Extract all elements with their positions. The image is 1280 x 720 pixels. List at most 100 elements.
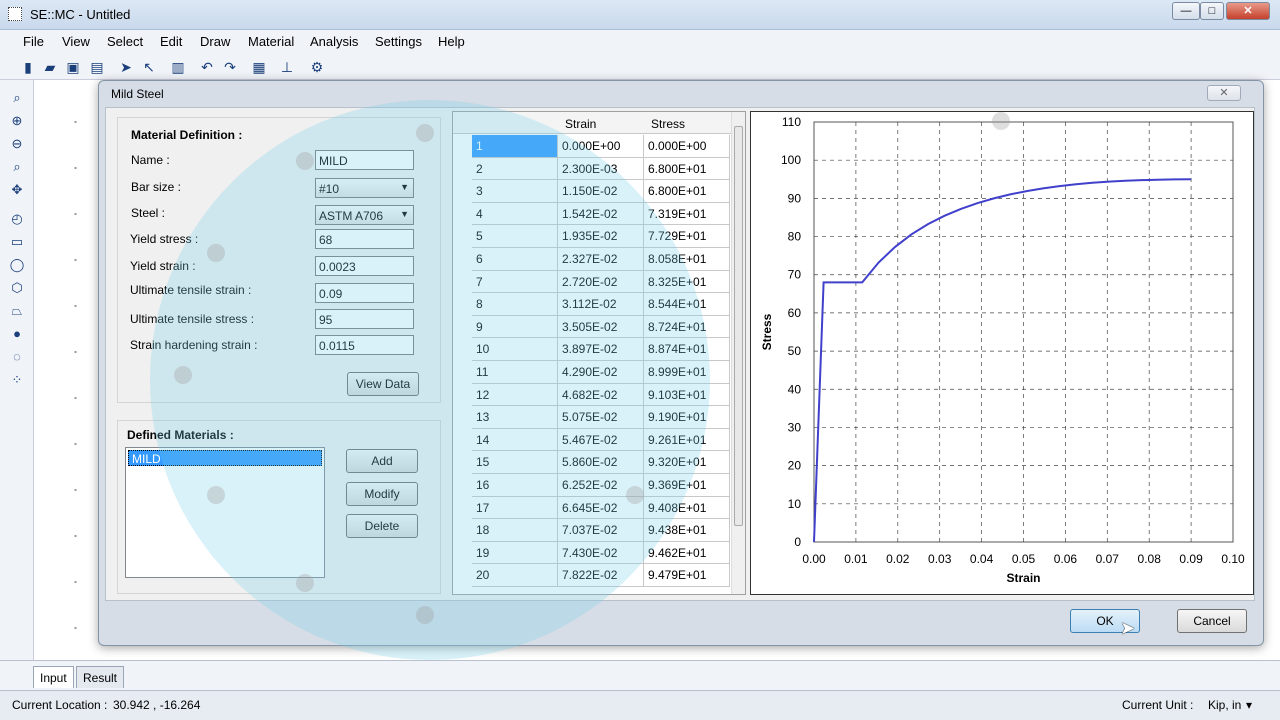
table-row[interactable]: 6 2.327E-02 8.058E+01 [453,248,733,271]
menu-file[interactable]: File [23,34,44,49]
circle-icon[interactable]: ◯ [7,255,27,275]
stress-cell[interactable]: 9.438E+01 [644,519,730,542]
table-row[interactable]: 4 1.542E-02 7.319E+01 [453,202,733,226]
list-item[interactable]: MILD [128,450,322,466]
stress-cell[interactable]: 9.462E+01 [644,541,730,565]
table-row[interactable]: 3 1.150E-02 6.800E+01 [453,180,733,203]
row-index-cell[interactable]: 6 [472,248,558,271]
column-header-stress[interactable]: Stress [651,117,685,131]
stress-cell[interactable]: 9.261E+01 [644,428,730,452]
yield-stress-field[interactable]: 68 [315,229,414,249]
hardening-strain-field[interactable]: 0.0115 [315,335,414,355]
strain-cell[interactable]: 4.682E-02 [558,383,644,407]
stress-cell[interactable]: 7.319E+01 [644,202,730,226]
table-row[interactable]: 16 6.252E-02 9.369E+01 [453,474,733,497]
close-window-button[interactable]: ✕ [1226,2,1270,20]
select-arrow-icon[interactable]: ➤ [116,57,136,77]
menu-view[interactable]: View [62,34,90,49]
menu-settings[interactable]: Settings [375,34,422,49]
stress-cell[interactable]: 6.800E+01 [644,157,730,181]
menu-material[interactable]: Material [248,34,294,49]
maximize-button[interactable]: □ [1200,2,1224,20]
table-row[interactable]: 18 7.037E-02 9.438E+01 [453,519,733,542]
steel-select[interactable]: ASTM A706 ▼ [315,205,414,225]
rectangle-icon[interactable]: ▭ [7,232,27,252]
materials-list[interactable]: MILD [125,447,325,578]
menu-edit[interactable]: Edit [160,34,182,49]
bar-size-select[interactable]: #10 ▼ [315,178,414,198]
open-folder-icon[interactable]: ▰ [40,57,60,77]
row-index-cell[interactable]: 5 [472,225,558,248]
stress-cell[interactable]: 8.058E+01 [644,248,730,271]
row-index-cell[interactable]: 15 [472,451,558,474]
minimize-button[interactable]: — [1172,2,1200,20]
ultimate-strain-field[interactable]: 0.09 [315,283,414,303]
row-index-cell[interactable]: 17 [472,496,558,520]
stress-cell[interactable]: 9.320E+01 [644,451,730,474]
table-row[interactable]: 17 6.645E-02 9.408E+01 [453,496,733,520]
stress-cell[interactable]: 8.544E+01 [644,293,730,316]
row-index-cell[interactable]: 11 [472,361,558,384]
stress-cell[interactable]: 9.479E+01 [644,564,730,587]
modify-button[interactable]: Modify [346,482,418,506]
table-scrollbar[interactable] [731,112,745,594]
row-index-cell[interactable]: 16 [472,474,558,497]
view-data-button[interactable]: View Data [347,372,419,396]
polygon-icon[interactable]: ⬡ [7,278,27,298]
scrollbar-thumb[interactable] [734,126,743,526]
table-row[interactable]: 11 4.290E-02 8.999E+01 [453,361,733,384]
stress-cell[interactable]: 9.190E+01 [644,406,730,429]
row-index-cell[interactable]: 3 [472,180,558,203]
menu-select[interactable]: Select [107,34,143,49]
stress-cell[interactable]: 6.800E+01 [644,180,730,203]
point-icon[interactable]: ● [7,324,27,344]
table-row[interactable]: 20 7.822E-02 9.479E+01 [453,564,733,587]
current-unit-value[interactable]: Kip, in [1208,698,1241,712]
table-row[interactable]: 5 1.935E-02 7.729E+01 [453,225,733,248]
undo-icon[interactable]: ↶ [197,57,217,77]
row-index-cell[interactable]: 4 [472,202,558,226]
row-index-cell[interactable]: 14 [472,428,558,452]
stress-cell[interactable]: 8.874E+01 [644,338,730,361]
table-row[interactable]: 8 3.112E-02 8.544E+01 [453,293,733,316]
stress-cell[interactable]: 7.729E+01 [644,225,730,248]
row-index-cell[interactable]: 13 [472,406,558,429]
stress-cell[interactable]: 9.408E+01 [644,496,730,520]
strain-cell[interactable]: 1.150E-02 [558,180,644,203]
row-index-cell[interactable]: 12 [472,383,558,407]
table-row[interactable]: 7 2.720E-02 8.325E+01 [453,270,733,294]
menu-draw[interactable]: Draw [200,34,230,49]
tab-input[interactable]: Input [33,666,74,688]
zoom-in-icon[interactable]: ⊕ [7,111,27,131]
row-index-cell[interactable]: 20 [472,564,558,587]
redo-icon[interactable]: ↷ [220,57,240,77]
ultimate-stress-field[interactable]: 95 [315,309,414,329]
strain-cell[interactable]: 7.037E-02 [558,519,644,542]
pan-icon[interactable]: ✥ [7,180,27,200]
strain-cell[interactable]: 2.720E-02 [558,270,644,294]
strain-cell[interactable]: 3.505E-02 [558,315,644,339]
stress-strain-table[interactable]: Strain Stress 1 0.000E+00 0.000E+00 2 2.300E… [452,111,746,595]
strain-cell[interactable]: 0.000E+00 [558,135,644,158]
cancel-button[interactable]: Cancel [1177,609,1247,633]
save-icon[interactable]: ▣ [63,57,83,77]
row-index-cell[interactable]: 7 [472,270,558,294]
hierarchy-icon[interactable]: ⊥ [277,57,297,77]
table-row[interactable]: 2 2.300E-03 6.800E+01 [453,157,733,181]
zoom-icon[interactable]: ⌕ [7,88,27,108]
strain-cell[interactable]: 3.897E-02 [558,338,644,361]
table-row[interactable]: 15 5.860E-02 9.320E+01 [453,451,733,474]
row-index-cell[interactable]: 19 [472,541,558,565]
column-header-strain[interactable]: Strain [565,117,596,131]
strain-cell[interactable]: 5.467E-02 [558,428,644,452]
strain-cell[interactable]: 1.935E-02 [558,225,644,248]
strain-cell[interactable]: 5.075E-02 [558,406,644,429]
stress-cell[interactable]: 0.000E+00 [644,135,730,158]
table-row[interactable]: 9 3.505E-02 8.724E+01 [453,315,733,339]
dialog-close-button[interactable]: ✕ [1207,85,1241,101]
delete-button[interactable]: Delete [346,514,418,538]
tab-result[interactable]: Result [76,666,125,688]
settings-icon[interactable]: ⚙ [307,57,327,77]
row-index-cell[interactable]: 1 [472,135,558,158]
row-index-cell[interactable]: 2 [472,157,558,181]
